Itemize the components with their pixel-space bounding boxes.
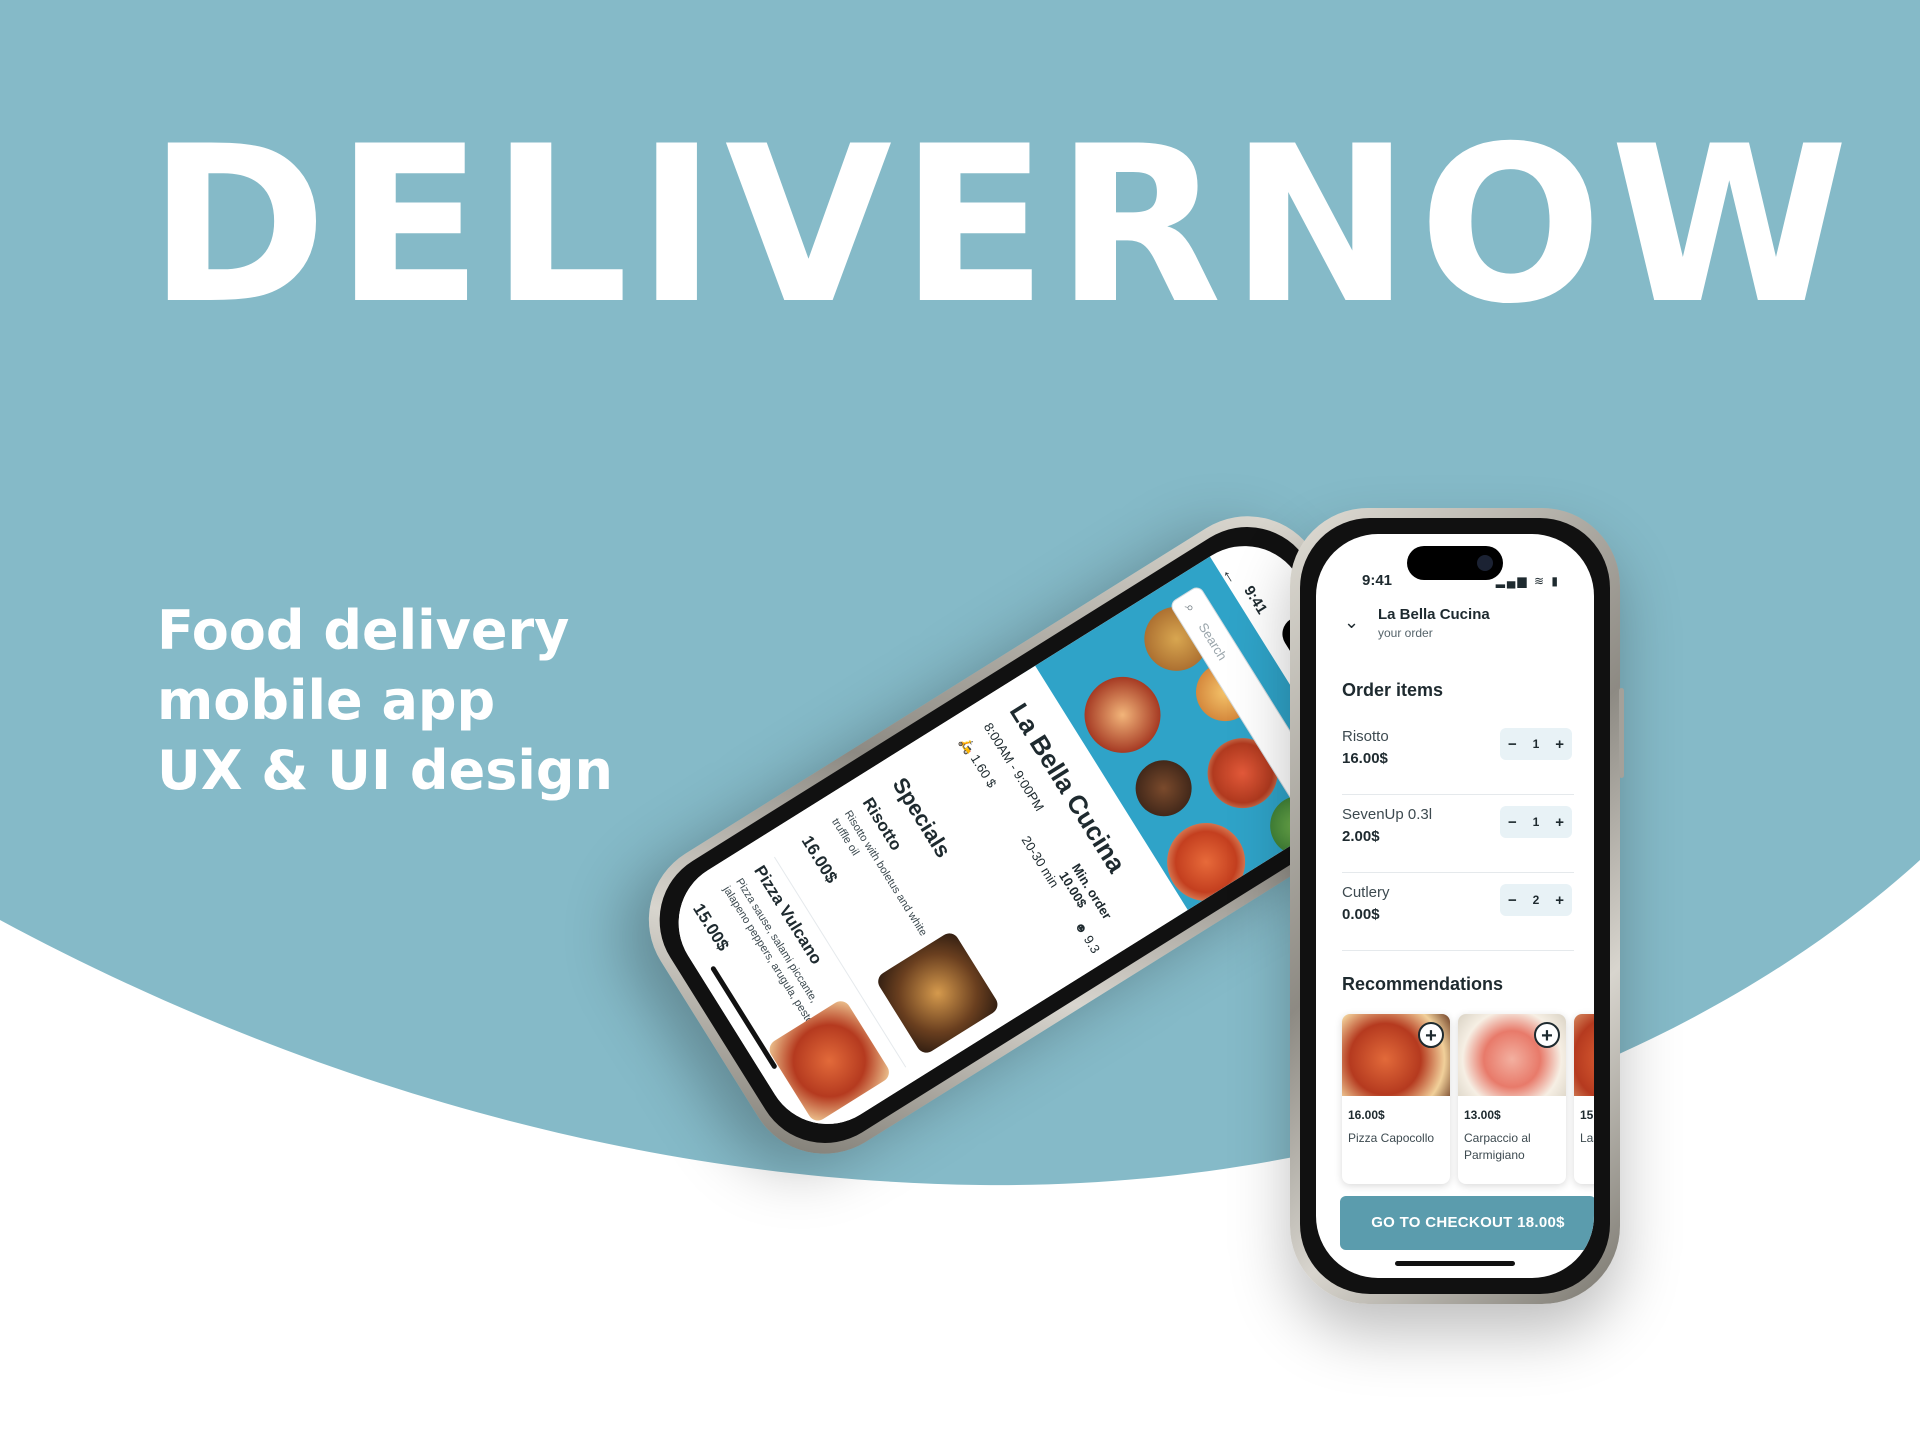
quantity-value: 2 [1532,893,1540,907]
recommendations-title: Recommendations [1342,974,1504,994]
phone-order-summary: 9:41 ▂▄▆ ≋ ▮ ⌄ La Bella Cucina your orde… [1290,508,1624,1304]
quantity-value: 1 [1532,737,1540,751]
dynamic-island [1407,546,1503,580]
order-item-name: Risotto [1342,728,1389,745]
add-icon[interactable]: + [1418,1022,1444,1048]
order-item-price: 0.00$ [1342,906,1380,923]
recommendation-card[interactable]: 15.90$ Lasagna [1574,1014,1594,1184]
order-item-price: 2.00$ [1342,828,1380,845]
dish-image [1125,749,1203,827]
plus-icon[interactable]: + [1555,814,1564,831]
plus-icon[interactable]: + [1555,736,1564,753]
minus-icon[interactable]: − [1508,892,1517,909]
recommendation-name: Pizza Capocollo [1348,1131,1435,1145]
tagline-line-1: Food delivery [157,599,570,662]
restaurant-name: La Bella Cucina [1378,606,1490,623]
checkout-button[interactable]: GO TO CHECKOUT 18.00$ [1340,1196,1594,1250]
recommendation-image: + [1342,1014,1450,1096]
recommendation-image: + [1458,1014,1566,1096]
tagline-line-2: mobile app [157,669,496,732]
quantity-stepper[interactable]: − 1 + [1500,806,1572,838]
order-items-title: Order items [1342,680,1444,700]
menu-item-price: 16.00$ [797,832,842,887]
order-item-price: 16.00$ [1342,750,1388,767]
recommendation-name: Carpaccio al Parmigiano [1464,1131,1531,1162]
status-time: 9:41 [1362,572,1393,589]
quantity-stepper[interactable]: − 2 + [1500,884,1572,916]
plus-icon[interactable]: + [1555,892,1564,909]
recommendation-card[interactable]: + 16.00$ Pizza Capocollo [1342,1014,1450,1184]
status-icons: ▂▄▆ ≋ ▮ [1495,574,1560,588]
recommendation-price: 13.00$ [1464,1108,1501,1122]
header-subtitle: your order [1378,626,1433,640]
chevron-down-icon[interactable]: ⌄ [1344,612,1359,633]
recommendation-image [1574,1014,1594,1096]
search-icon: ⌕ [1181,599,1200,615]
order-item-row: Risotto 16.00$ − 1 + [1342,718,1574,795]
side-button [1619,688,1624,778]
order-screen: 9:41 ▂▄▆ ≋ ▮ ⌄ La Bella Cucina your orde… [1316,534,1594,1278]
recommendation-card[interactable]: + 13.00$ Carpaccio al Parmigiano [1458,1014,1566,1184]
recommendation-price: 15.90$ [1580,1108,1594,1122]
menu-item-image [874,929,1002,1057]
delivery-time: 20-30 min [1018,833,1062,891]
brand-title: DELIVERNOW [148,100,1857,351]
search-placeholder: Search [1195,620,1231,663]
recommendation-price: 16.00$ [1348,1108,1385,1122]
tagline: Food delivery mobile app UX & UI design [157,596,613,806]
home-indicator [1395,1261,1515,1266]
minus-icon[interactable]: − [1508,736,1517,753]
add-icon[interactable]: + [1534,1022,1560,1048]
order-item-name: Cutlery [1342,884,1390,901]
menu-item-price: 15.00$ [689,900,733,955]
delivery-fee: 1.60 $ [967,751,1000,791]
order-item-name: SevenUp 0.3l [1342,806,1433,823]
order-item-row: Cutlery 0.00$ − 2 + [1342,874,1574,951]
quantity-stepper[interactable]: − 1 + [1500,728,1572,760]
order-item-row: SevenUp 0.3l 2.00$ − 1 + [1342,796,1574,873]
recommendations-carousel[interactable]: + 16.00$ Pizza Capocollo + 13.00$ Carpac… [1342,1014,1594,1194]
recommendation-name: Lasagna [1580,1131,1594,1145]
minus-icon[interactable]: − [1508,814,1517,831]
quantity-value: 1 [1532,815,1540,829]
tagline-line-3: UX & UI design [157,739,613,802]
